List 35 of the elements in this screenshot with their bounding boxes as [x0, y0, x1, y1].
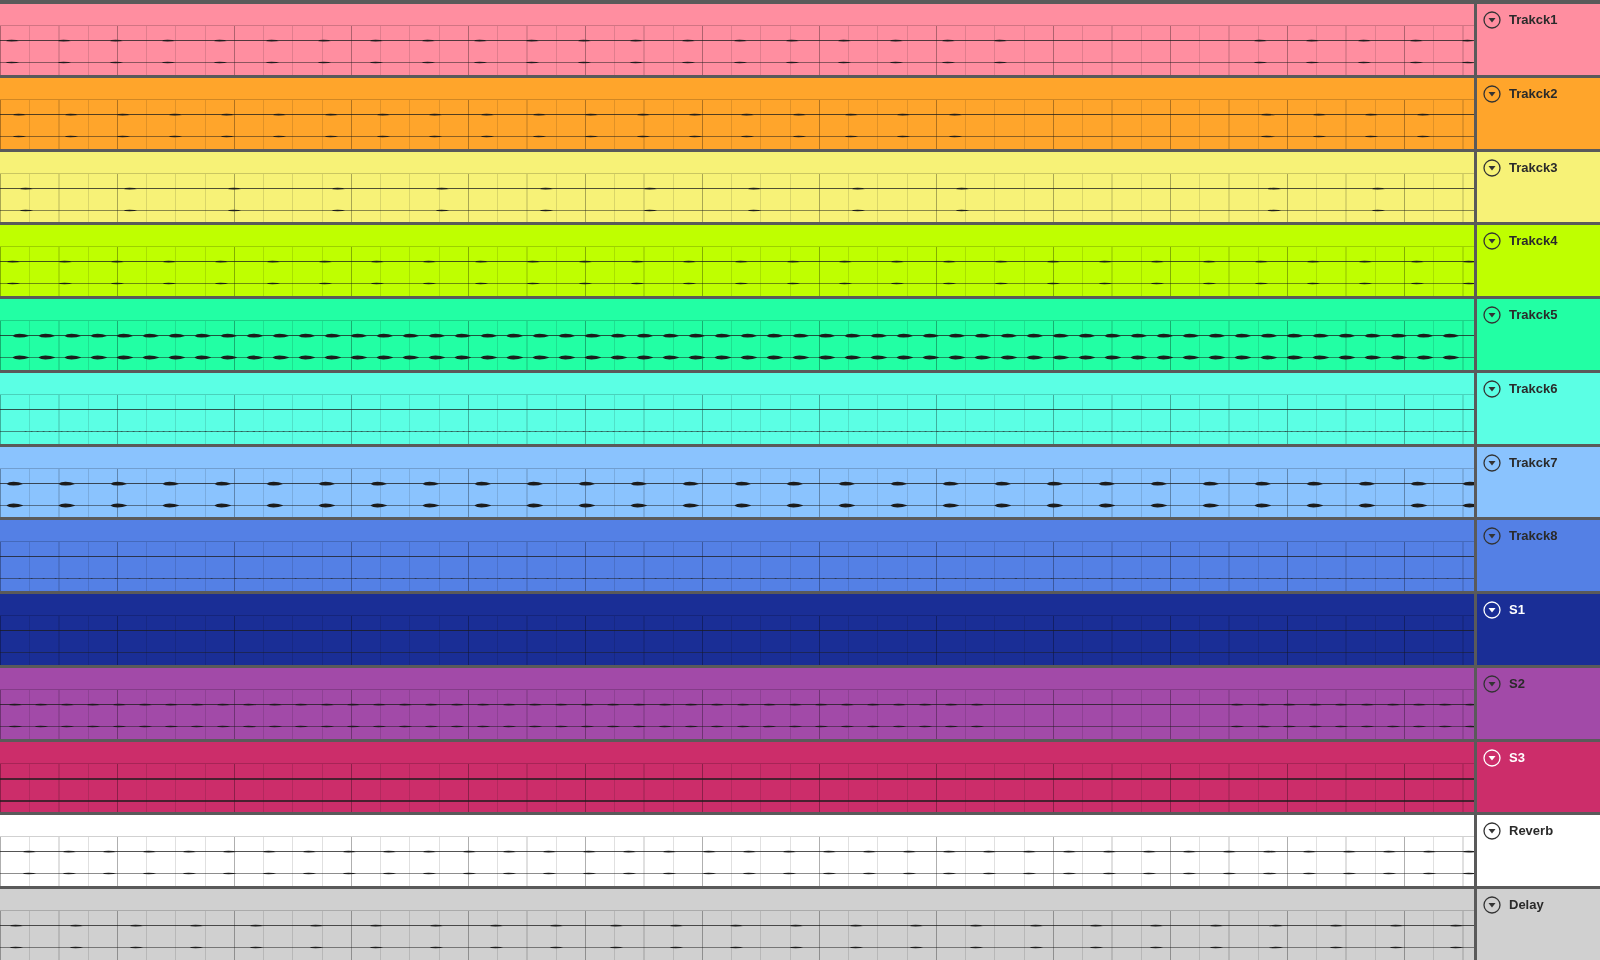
collapse-button[interactable] — [1483, 232, 1501, 251]
track-name: S1 — [1509, 601, 1525, 620]
collapse-button[interactable] — [1483, 379, 1501, 398]
audio-clip[interactable] — [0, 299, 1474, 370]
audio-clip[interactable] — [0, 4, 1474, 75]
audio-clip[interactable] — [0, 594, 1474, 665]
audio-clip[interactable] — [0, 446, 1474, 518]
track-name: S2 — [1509, 674, 1525, 693]
track-name: Trakck1 — [1509, 11, 1558, 29]
audio-clip[interactable] — [0, 741, 1474, 813]
collapse-button[interactable] — [1483, 896, 1501, 915]
collapse-button[interactable] — [1483, 822, 1501, 841]
track-name: Trakck3 — [1509, 158, 1558, 177]
track-name: Trakck5 — [1509, 306, 1558, 325]
track-name: Trakck8 — [1509, 527, 1558, 546]
track-name: Reverb — [1509, 822, 1554, 841]
audio-clip[interactable] — [0, 667, 1474, 739]
collapse-button[interactable] — [1483, 306, 1501, 325]
audio-clip[interactable] — [0, 520, 1474, 592]
collapse-button[interactable] — [1483, 158, 1501, 177]
track-name: Delay — [1509, 896, 1544, 915]
audio-clip[interactable] — [0, 889, 1474, 960]
audio-clip[interactable] — [0, 77, 1474, 149]
collapse-button[interactable] — [1483, 453, 1501, 472]
collapse-button[interactable] — [1483, 84, 1501, 103]
audio-clip[interactable] — [0, 372, 1474, 444]
collapse-button[interactable] — [1483, 11, 1501, 29]
track-name: Trakck6 — [1509, 379, 1558, 398]
track-name: Trakck2 — [1509, 84, 1558, 103]
track-name: Trakck4 — [1509, 232, 1558, 251]
audio-clip[interactable] — [0, 225, 1474, 297]
track-name: S3 — [1509, 748, 1525, 767]
track-name: Trakck7 — [1509, 453, 1558, 472]
audio-clip[interactable] — [0, 815, 1474, 887]
audio-clip[interactable] — [0, 151, 1474, 223]
